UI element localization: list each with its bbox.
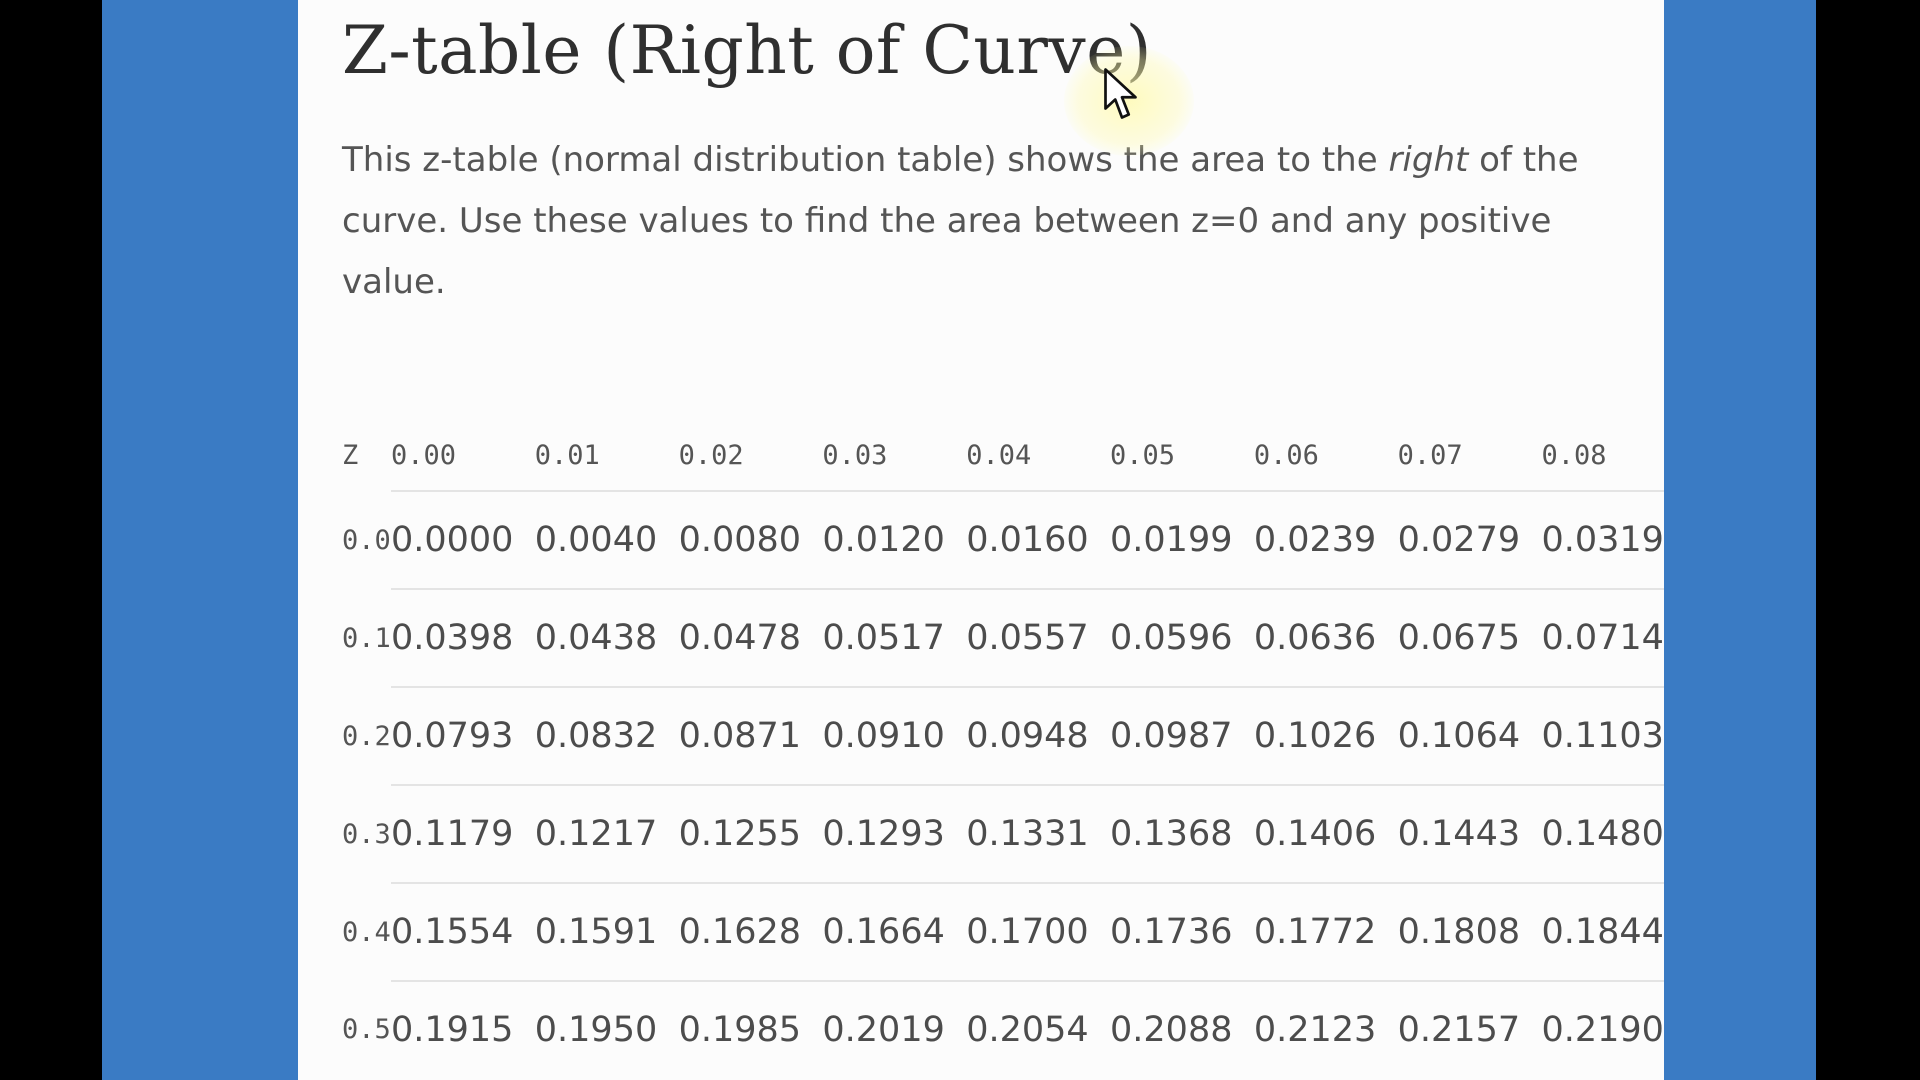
z-value-cell: 0.4 — [342, 916, 391, 948]
table-cell: 0.0557 — [966, 588, 1111, 687]
table-cell: 0.1736 — [1110, 882, 1254, 981]
table-cell: 0.0279 — [1397, 490, 1542, 589]
table-cell: 0.0596 — [1110, 588, 1254, 687]
table-cell: 0.0120 — [822, 490, 967, 589]
table-cell: 0.0199 — [1110, 490, 1254, 589]
table-cell: 0.0080 — [678, 490, 823, 589]
table-cell: 0.2088 — [1110, 980, 1254, 1078]
z-value-cell: 0.0 — [342, 524, 391, 556]
description-text-start: This z-table (normal distribution table)… — [342, 140, 1389, 180]
video-frame: Z-table (Right of Curve) This z-table (n… — [0, 0, 1920, 1080]
z-table: Z 0.00 0.01 0.02 0.03 0.04 0.05 0.06 0.07 0.08 0.… — [342, 420, 1664, 1078]
table-cell: 0.0871 — [678, 686, 823, 785]
table-cell: 0.1368 — [1110, 784, 1254, 883]
table-cell: 0.0987 — [1110, 686, 1254, 785]
column-header: 0.02 — [678, 439, 744, 471]
table-cell: 0.2123 — [1253, 980, 1398, 1078]
column-header: 0.00 — [390, 439, 456, 471]
description-emphasis: right — [1388, 140, 1469, 180]
table-cell: 0.1664 — [822, 882, 967, 981]
table-cell: 0.1064 — [1397, 686, 1542, 785]
table-cell: 0.1700 — [966, 882, 1111, 981]
mouse-pointer-icon — [1104, 68, 1137, 119]
table-cell: 0.2054 — [966, 980, 1111, 1078]
table-cell: 0.1591 — [534, 882, 679, 981]
table-row: 0.5 0.1915 0.1950 0.1985 0.2019 0.2054 0.2088 0… — [342, 980, 1664, 1078]
table-row: 0.1 0.0398 0.0438 0.0478 0.0517 0.0557 0.0596 0… — [342, 588, 1664, 687]
z-value-cell: 0.2 — [342, 720, 391, 752]
page-description: This z-table (normal distribution table)… — [342, 130, 1622, 313]
table-cell: 0.1406 — [1253, 784, 1398, 883]
table-cell: 0.1772 — [1253, 882, 1398, 981]
z-table-body: 0.0 0.0000 0.0040 0.0080 0.0120 0.0160 0.0199 0… — [342, 490, 1664, 1078]
table-cell: 0.0636 — [1253, 588, 1398, 687]
table-cell: 0.1844 — [1541, 882, 1664, 981]
table-cell: 0.0478 — [678, 588, 823, 687]
column-header: 0.05 — [1110, 439, 1176, 471]
z-value-cell: 0.1 — [342, 622, 391, 654]
table-cell: 0.1480 — [1541, 784, 1664, 883]
table-cell: 0.1293 — [822, 784, 967, 883]
table-cell: 0.0398 — [390, 588, 535, 687]
table-cell: 0.2019 — [822, 980, 967, 1078]
table-cell: 0.1217 — [534, 784, 679, 883]
z-column-header: Z — [342, 440, 359, 471]
content-page: Z-table (Right of Curve) This z-table (n… — [298, 0, 1664, 1080]
table-cell: 0.0438 — [534, 588, 679, 687]
table-cell: 0.0517 — [822, 588, 967, 687]
mouse-cursor — [1064, 46, 1194, 176]
table-cell: 0.1554 — [390, 882, 535, 981]
table-cell: 0.1026 — [1253, 686, 1398, 785]
table-cell: 0.1331 — [966, 784, 1111, 883]
table-cell: 0.1255 — [678, 784, 823, 883]
column-header: 0.07 — [1397, 439, 1463, 471]
table-cell: 0.1179 — [390, 784, 535, 883]
table-cell: 0.0948 — [966, 686, 1111, 785]
table-cell: 0.0675 — [1397, 588, 1542, 687]
column-header: 0.01 — [534, 439, 600, 471]
table-cell: 0.1985 — [678, 980, 823, 1078]
table-cell: 0.1915 — [390, 980, 535, 1078]
z-table-header: Z 0.00 0.01 0.02 0.03 0.04 0.05 0.06 0.07 0.08 — [342, 420, 1664, 491]
table-row: 0.4 0.1554 0.1591 0.1628 0.1664 0.1700 0.1736 0… — [342, 882, 1664, 981]
table-cell: 0.1808 — [1397, 882, 1542, 981]
table-cell: 0.0910 — [822, 686, 967, 785]
table-cell: 0.1950 — [534, 980, 679, 1078]
column-header: 0.03 — [822, 439, 888, 471]
table-cell: 0.0793 — [390, 686, 535, 785]
column-header: 0.06 — [1253, 439, 1319, 471]
table-cell: 0.2157 — [1397, 980, 1542, 1078]
table-cell: 0.2190 — [1541, 980, 1664, 1078]
table-row: 0.0 0.0000 0.0040 0.0080 0.0120 0.0160 0.0199 0… — [342, 490, 1664, 589]
table-cell: 0.0714 — [1541, 588, 1664, 687]
table-row: 0.2 0.0793 0.0832 0.0871 0.0910 0.0948 0.0987 0… — [342, 686, 1664, 785]
z-value-cell: 0.3 — [342, 818, 391, 850]
z-value-cell: 0.5 — [342, 1014, 391, 1045]
table-cell: 0.0319 — [1541, 490, 1664, 589]
z-table-header-row: Z 0.00 0.01 0.02 0.03 0.04 0.05 0.06 0.07 0.08 — [342, 420, 1664, 491]
table-cell: 0.1103 — [1541, 686, 1664, 785]
table-cell: 0.0832 — [534, 686, 679, 785]
table-cell: 0.0239 — [1253, 490, 1398, 589]
table-cell: 0.0160 — [966, 490, 1111, 589]
table-cell: 0.1628 — [678, 882, 823, 981]
table-cell: 0.0000 — [390, 490, 535, 589]
column-header: 0.04 — [966, 439, 1032, 471]
table-cell: 0.0040 — [534, 490, 679, 589]
column-header: 0.08 — [1541, 439, 1607, 471]
table-row: 0.3 0.1179 0.1217 0.1255 0.1293 0.1331 0.1368 0… — [342, 784, 1664, 883]
table-cell: 0.1443 — [1397, 784, 1542, 883]
page-title: Z-table (Right of Curve) — [342, 12, 1153, 89]
